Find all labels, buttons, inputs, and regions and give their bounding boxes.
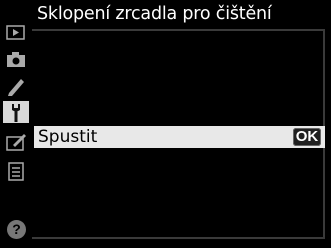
tab-custom-settings[interactable] — [3, 75, 29, 97]
my-menu-icon — [8, 162, 24, 181]
page-title: Sklopení zrcadla pro čištění — [37, 4, 272, 24]
menu-item-label: Spustit — [38, 127, 98, 147]
menu-item-start[interactable]: Spustit OK — [34, 126, 325, 148]
tab-retouch[interactable] — [3, 131, 29, 153]
ok-button-icon: OK — [293, 128, 321, 146]
playback-icon — [6, 25, 25, 40]
wrench-icon — [12, 104, 20, 122]
camera-icon — [7, 52, 25, 67]
tab-playback[interactable] — [3, 22, 29, 44]
pencil-icon — [8, 79, 24, 96]
tab-setup[interactable] — [3, 101, 29, 123]
tab-my-menu[interactable] — [3, 160, 29, 182]
help-icon[interactable]: ? — [7, 220, 26, 239]
sidebar: ? — [0, 0, 32, 248]
tab-shooting[interactable] — [3, 49, 29, 71]
retouch-icon — [6, 134, 26, 151]
